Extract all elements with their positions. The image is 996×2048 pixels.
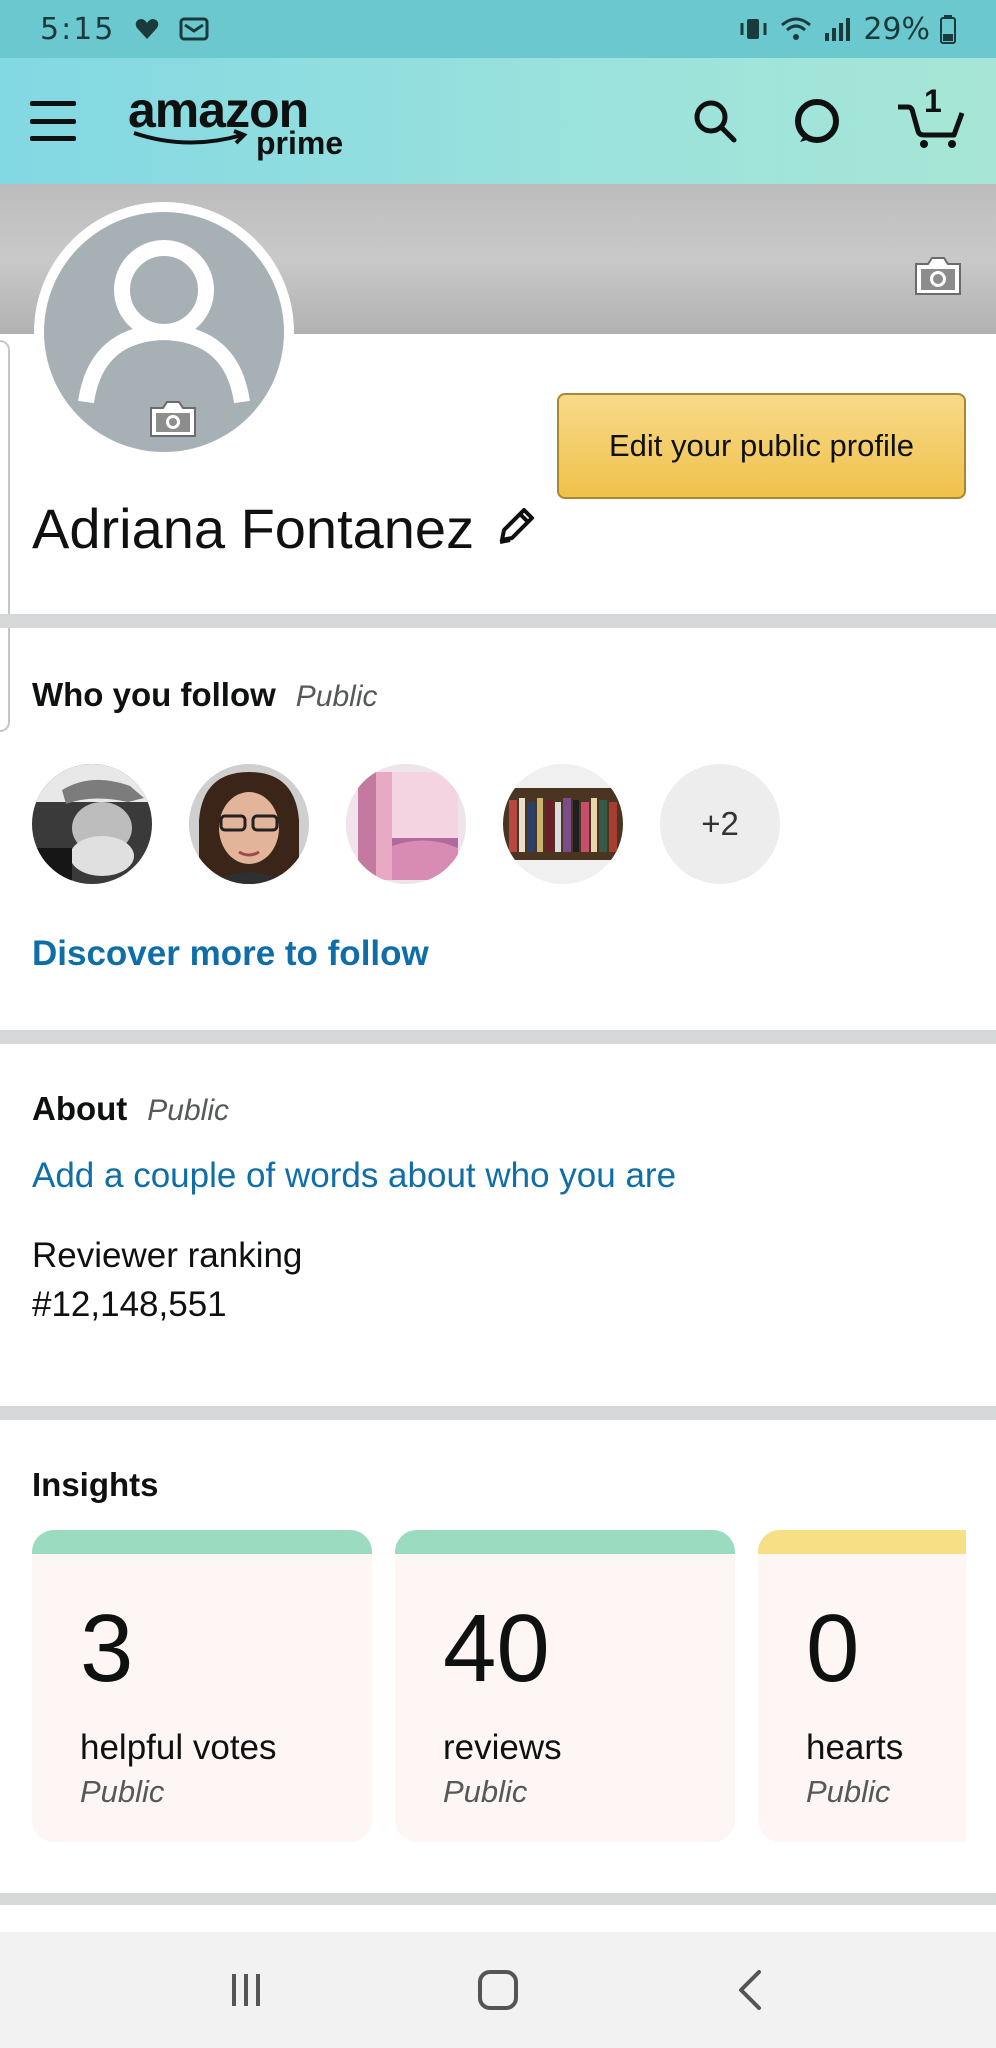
vibrate-icon: [739, 15, 769, 43]
bookshelf-photo: [503, 764, 623, 884]
insights-heading: Insights: [32, 1466, 159, 1504]
logo-smile-icon: [133, 129, 248, 145]
card-accent-bar: [32, 1530, 372, 1554]
reviewer-ranking-label: Reviewer ranking: [32, 1236, 303, 1275]
section-divider: [0, 1406, 996, 1420]
banner-camera-icon[interactable]: [912, 254, 964, 303]
bearded-man-photo: [32, 764, 152, 884]
side-panel-tab[interactable]: [0, 340, 10, 732]
profile-name: Adriana Fontanez: [32, 497, 475, 560]
insight-value: 3: [80, 1595, 134, 1702]
add-bio-link[interactable]: Add a couple of words about who you are: [32, 1156, 676, 1196]
book-cover-photo: [346, 764, 466, 884]
mail-icon: [179, 16, 209, 42]
follow-list: +2: [32, 764, 780, 884]
header-actions: 1: [692, 83, 966, 149]
recent-apps-icon[interactable]: [206, 1950, 286, 2030]
insights-cards: 3 helpful votes Public 40 reviews Public…: [32, 1530, 966, 1842]
profile-avatar-frame: [34, 202, 294, 462]
insight-visibility: Public: [80, 1774, 165, 1809]
insight-value: 40: [443, 1595, 550, 1702]
wifi-icon: [779, 15, 813, 43]
system-nav-bar: [0, 1932, 996, 2048]
insight-card-hearts[interactable]: 0 hearts Public: [758, 1530, 966, 1842]
insight-label: hearts: [806, 1728, 904, 1767]
card-accent-bar: [758, 1530, 966, 1554]
card-accent-bar: [395, 1530, 735, 1554]
about-visibility: Public: [147, 1094, 230, 1127]
status-right: 29%: [739, 12, 956, 47]
logo-prime-text: prime: [256, 125, 344, 161]
insight-card-helpful-votes[interactable]: 3 helpful votes Public: [32, 1530, 372, 1842]
about-heading: About Public: [32, 1090, 229, 1128]
follow-visibility: Public: [295, 680, 378, 713]
section-divider: [0, 1893, 996, 1905]
app-header: amazon prime 1: [0, 58, 996, 184]
profile-name-row: Adriana Fontanez: [32, 496, 538, 561]
follow-title: Who you follow: [32, 676, 276, 713]
insight-visibility: Public: [806, 1774, 891, 1809]
follow-heading: Who you follow Public: [32, 676, 378, 714]
status-left: 5:15: [40, 12, 209, 47]
insight-value: 0: [806, 1595, 860, 1702]
cart-icon[interactable]: 1: [896, 83, 966, 149]
search-icon[interactable]: [692, 98, 738, 144]
section-divider: [0, 1030, 996, 1044]
more-followed-button[interactable]: +2: [660, 764, 780, 884]
battery-level: 29%: [863, 11, 930, 47]
reviewer-ranking-value: #12,148,551: [32, 1285, 227, 1324]
avatar[interactable]: [44, 212, 284, 452]
signal-icon: [823, 15, 853, 43]
section-divider: [0, 614, 996, 628]
amazon-prime-logo[interactable]: amazon prime: [128, 81, 358, 161]
edit-name-pencil-icon[interactable]: [494, 504, 538, 553]
insights-title: Insights: [32, 1466, 159, 1503]
discover-more-link[interactable]: Discover more to follow: [32, 934, 429, 974]
followed-profile-avatar[interactable]: [346, 764, 466, 884]
insight-visibility: Public: [443, 1774, 528, 1809]
alexa-icon[interactable]: [792, 96, 842, 146]
status-bar: 5:15 29%: [0, 0, 996, 58]
about-title: About: [32, 1090, 128, 1127]
insight-label: reviews: [443, 1728, 562, 1767]
followed-profile-avatar[interactable]: [189, 764, 309, 884]
edit-public-profile-button[interactable]: Edit your public profile: [557, 393, 966, 499]
followed-profile-avatar[interactable]: [32, 764, 152, 884]
insight-card-reviews[interactable]: 40 reviews Public: [395, 1530, 735, 1842]
insight-label: helpful votes: [80, 1728, 277, 1767]
menu-icon[interactable]: [30, 101, 76, 141]
home-icon[interactable]: [458, 1950, 538, 2030]
followed-profile-avatar[interactable]: [503, 764, 623, 884]
status-time: 5:15: [40, 11, 116, 47]
battery-icon: [940, 14, 956, 44]
back-icon[interactable]: [710, 1950, 790, 2030]
cart-count: 1: [924, 83, 942, 119]
woman-with-glasses-photo: [189, 764, 309, 884]
avatar-camera-icon[interactable]: [148, 398, 198, 445]
heart-notification-icon: [133, 15, 161, 43]
